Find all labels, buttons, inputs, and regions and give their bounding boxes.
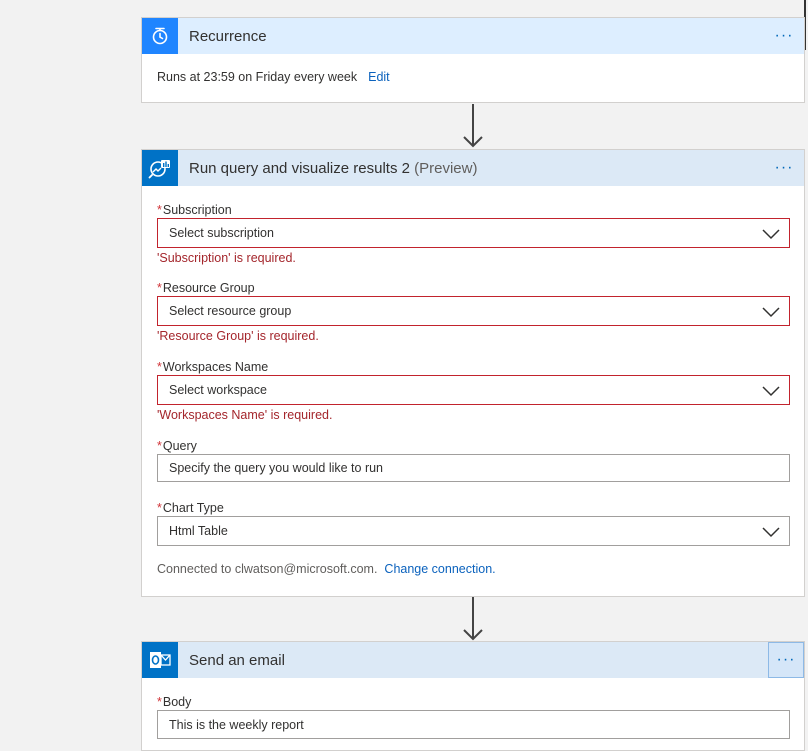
- workspaces-name-label-text: Workspaces Name: [162, 360, 269, 374]
- body-label: *Body: [157, 694, 790, 710]
- workspaces-name-error: 'Workspaces Name' is required.: [157, 408, 333, 422]
- send-email-card: Send an email ··· *Body This is the week…: [141, 641, 805, 751]
- required-mark: *: [157, 360, 162, 374]
- workspaces-name-placeholder: Select workspace: [169, 383, 267, 397]
- required-mark: *: [157, 439, 162, 453]
- chart-type-dropdown[interactable]: Html Table: [157, 516, 790, 546]
- recurrence-edit-link[interactable]: Edit: [368, 70, 390, 84]
- send-email-header[interactable]: Send an email ···: [142, 642, 804, 678]
- alarm-clock-icon: [142, 18, 178, 54]
- recurrence-runs-text: Runs at 23:59 on Friday every week: [157, 70, 358, 84]
- chart-type-label-text: Chart Type: [162, 501, 224, 515]
- body-value: This is the weekly report: [169, 717, 304, 732]
- resource-group-label-text: Resource Group: [162, 281, 255, 295]
- query-placeholder: Specify the query you would like to run: [169, 461, 384, 475]
- run-query-more-button[interactable]: ···: [770, 154, 798, 182]
- arrow-down-icon: [463, 597, 483, 641]
- required-mark: *: [157, 501, 162, 515]
- subscription-label-text: Subscription: [162, 203, 232, 217]
- connection-info: Connected to clwatson@microsoft.com. Chan…: [157, 562, 790, 576]
- required-mark: *: [157, 281, 162, 295]
- arrow-down-icon: [463, 104, 483, 148]
- preview-tag: (Preview): [414, 159, 478, 177]
- required-mark: *: [157, 695, 162, 709]
- change-connection-link[interactable]: Change connection.: [384, 562, 495, 576]
- connected-text: Connected to clwatson@microsoft.com.: [157, 562, 378, 576]
- chart-type-label: *Chart Type: [157, 500, 790, 516]
- workspaces-name-label: *Workspaces Name: [157, 359, 790, 375]
- log-analytics-icon: [142, 150, 178, 186]
- resource-group-label: *Resource Group: [157, 280, 790, 296]
- chevron-down-icon: [762, 307, 780, 318]
- subscription-dropdown[interactable]: Select subscription: [157, 218, 790, 248]
- chevron-down-icon: [762, 229, 780, 240]
- required-mark: *: [157, 203, 162, 217]
- chevron-down-icon: [762, 527, 780, 538]
- query-label: *Query: [157, 438, 790, 454]
- recurrence-more-button[interactable]: ···: [770, 22, 798, 50]
- resource-group-placeholder: Select resource group: [169, 304, 292, 318]
- workspaces-name-dropdown[interactable]: Select workspace: [157, 375, 790, 405]
- body-input[interactable]: This is the weekly report: [157, 710, 790, 739]
- send-email-more-button[interactable]: ···: [768, 642, 804, 678]
- recurrence-summary: Runs at 23:59 on Friday every week Edit: [157, 54, 790, 84]
- subscription-placeholder: Select subscription: [169, 226, 274, 240]
- recurrence-header[interactable]: Recurrence ···: [142, 18, 804, 54]
- chart-type-value: Html Table: [169, 524, 228, 538]
- outlook-icon: [142, 642, 178, 678]
- subscription-error: 'Subscription' is required.: [157, 251, 296, 265]
- resource-group-dropdown[interactable]: Select resource group: [157, 296, 790, 326]
- subscription-label: *Subscription: [157, 202, 790, 218]
- run-query-card: Run query and visualize results 2 (Previ…: [141, 149, 805, 597]
- body-label-text: Body: [162, 695, 192, 709]
- query-label-text: Query: [162, 439, 197, 453]
- recurrence-title: Recurrence: [189, 27, 267, 45]
- run-query-title-text: Run query and visualize results 2: [189, 159, 410, 177]
- run-query-header[interactable]: Run query and visualize results 2 (Previ…: [142, 150, 804, 186]
- send-email-title: Send an email: [189, 651, 285, 669]
- recurrence-card: Recurrence ··· Runs at 23:59 on Friday e…: [141, 17, 805, 103]
- query-input[interactable]: Specify the query you would like to run: [157, 454, 790, 482]
- resource-group-error: 'Resource Group' is required.: [157, 329, 319, 343]
- run-query-title: Run query and visualize results 2 (Previ…: [189, 160, 477, 177]
- chevron-down-icon: [762, 386, 780, 397]
